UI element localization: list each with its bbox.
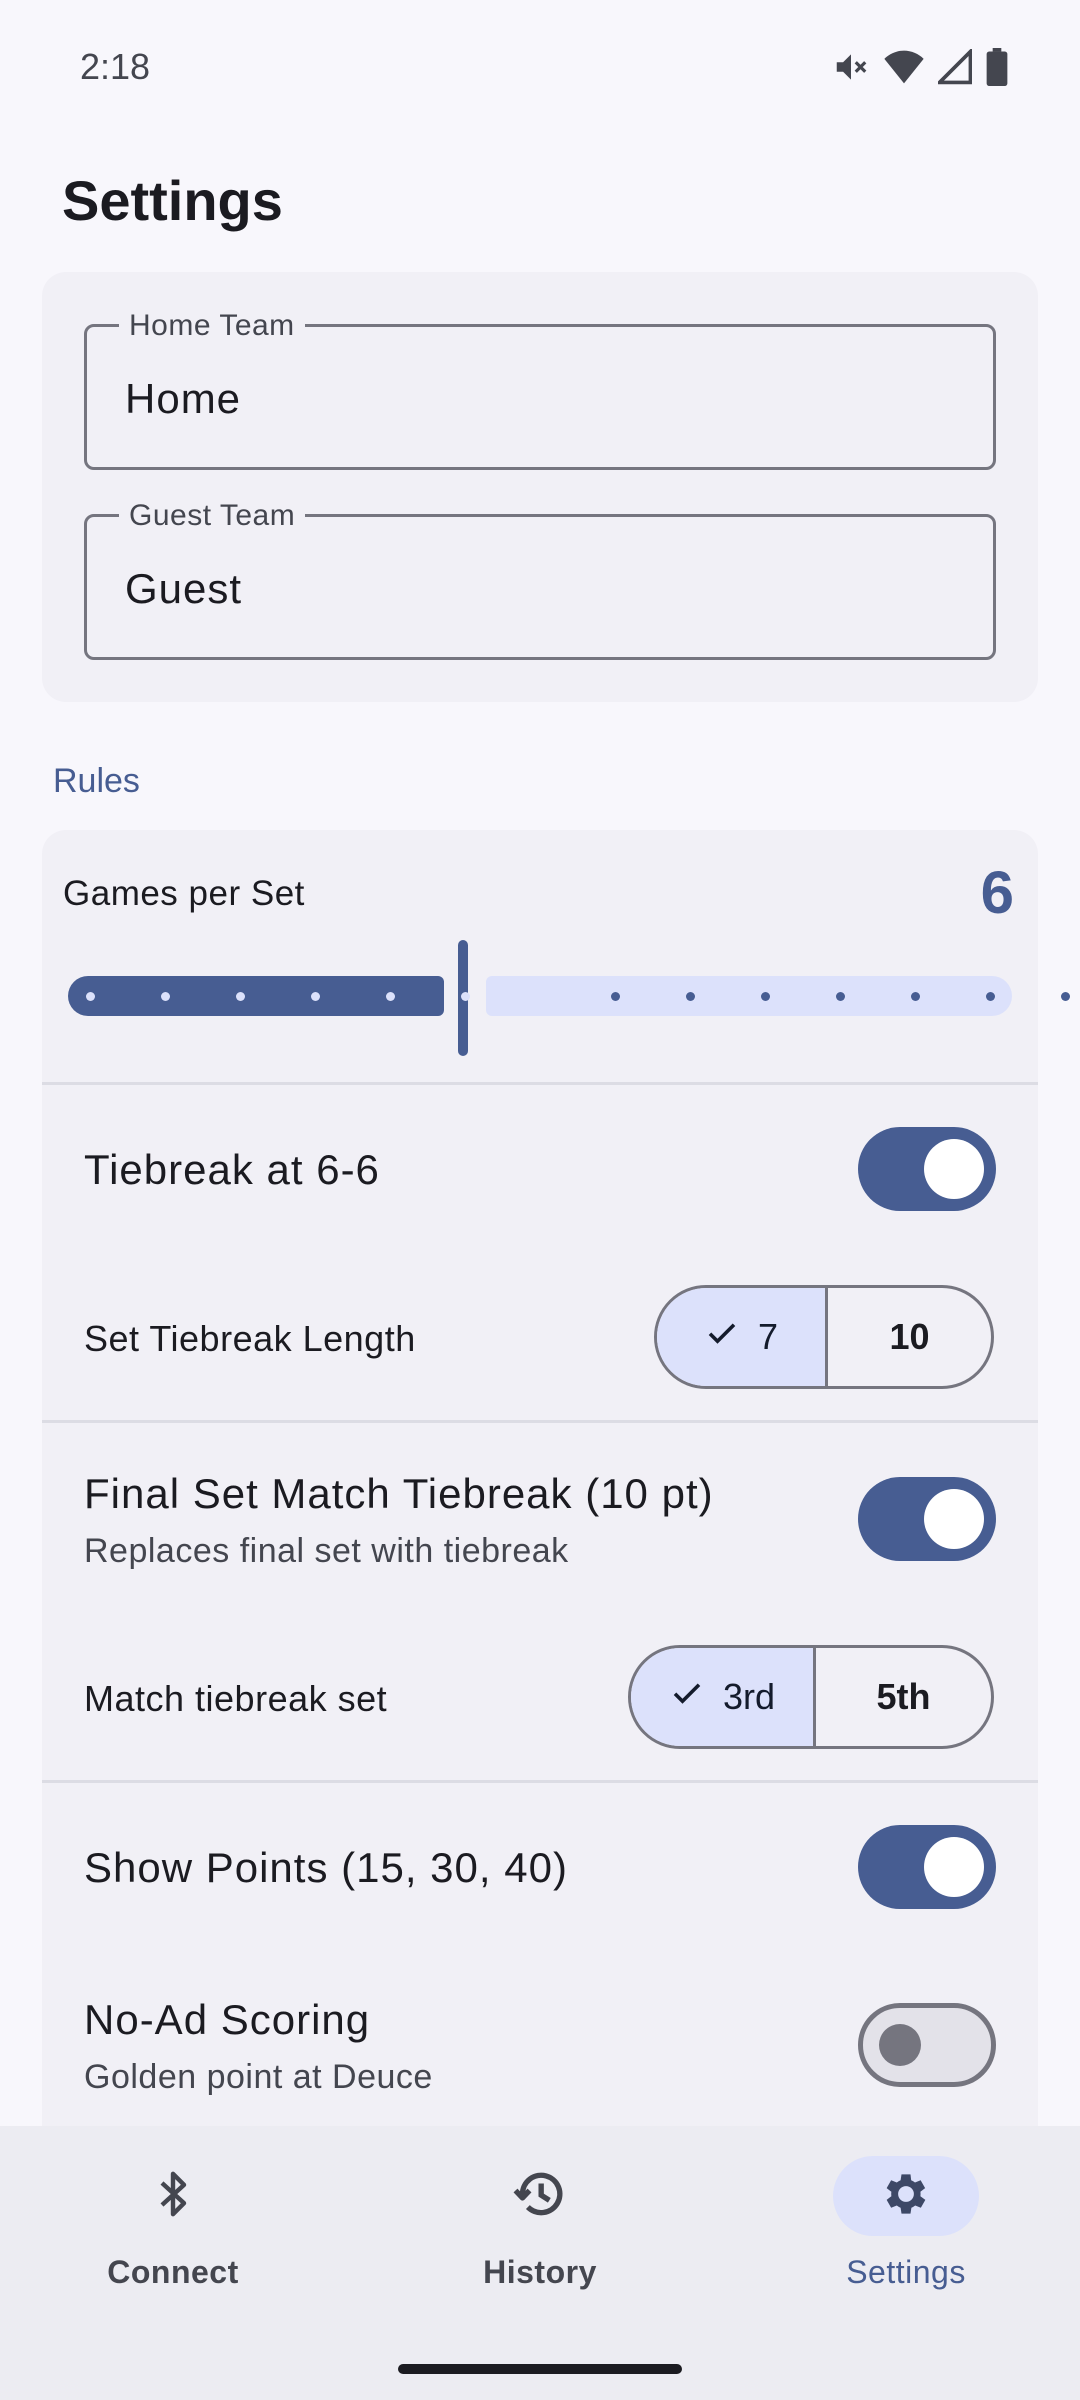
tiebreak-length-option-7[interactable]: 7 [657, 1288, 825, 1386]
no-ad-description: Golden point at Deuce [84, 2058, 433, 2096]
guest-team-field[interactable]: Guest Team [84, 499, 996, 660]
signal-icon [938, 49, 972, 85]
option-label: 10 [889, 1316, 930, 1357]
tiebreak-length-selector: 7 10 [654, 1285, 994, 1389]
wifi-icon [884, 49, 924, 85]
slider-tick [836, 992, 845, 1001]
show-points-switch[interactable] [858, 1825, 996, 1909]
status-icons [832, 48, 1008, 86]
match-tiebreak-set-selector: 3rd 5th [628, 1645, 994, 1749]
battery-icon [986, 48, 1008, 86]
nav-settings-label: Settings [846, 2254, 966, 2290]
switch-knob [924, 1489, 984, 1549]
final-set-switch[interactable] [858, 1477, 996, 1561]
divider [42, 1420, 1038, 1423]
rules-section-label: Rules [53, 762, 140, 800]
slider-tick [461, 992, 470, 1001]
nav-connect[interactable]: Connect [73, 2156, 273, 2291]
tiebreak-length-option-10[interactable]: 10 [825, 1288, 991, 1386]
slider-tick [761, 992, 770, 1001]
match-tiebreak-option-5th[interactable]: 5th [813, 1648, 991, 1746]
slider-tick [986, 992, 995, 1001]
home-team-field[interactable]: Home Team [84, 309, 996, 470]
slider-tick [161, 992, 170, 1001]
option-label: 7 [757, 1316, 779, 1357]
team-names-card: Home Team Guest Team [42, 272, 1038, 702]
tiebreak-label: Tiebreak at 6-6 [84, 1146, 380, 1193]
nav-history-label: History [483, 2254, 597, 2290]
slider-tick [86, 992, 95, 1001]
slider-tick [311, 992, 320, 1001]
slider-tick [1061, 992, 1070, 1001]
gear-icon [879, 2167, 933, 2226]
option-label: 5th [876, 1676, 931, 1717]
nav-history[interactable]: History [440, 2156, 640, 2291]
match-tiebreak-option-3rd[interactable]: 3rd [631, 1648, 813, 1746]
guest-team-label: Guest Team [119, 499, 306, 533]
final-set-description: Replaces final set with tiebreak [84, 1532, 569, 1570]
history-icon [512, 2166, 568, 2227]
games-per-set-label: Games per Set [63, 874, 305, 913]
switch-knob [924, 1837, 984, 1897]
bottom-navigation: Connect History Settings [0, 2126, 1080, 2400]
slider-tick [911, 992, 920, 1001]
slider-inactive-track [486, 976, 1012, 1016]
check-icon [669, 1675, 705, 1720]
divider [42, 1780, 1038, 1783]
nav-connect-label: Connect [107, 2254, 239, 2290]
slider-tick [386, 992, 395, 1001]
home-team-input[interactable] [125, 371, 965, 427]
tiebreak-length-label: Set Tiebreak Length [84, 1318, 416, 1359]
guest-team-input[interactable] [125, 561, 965, 617]
nav-settings[interactable]: Settings [806, 2156, 1006, 2291]
no-ad-label: No-Ad Scoring [84, 1996, 371, 2043]
no-ad-switch[interactable] [858, 2003, 996, 2087]
final-set-label: Final Set Match Tiebreak (10 pt) [84, 1470, 714, 1517]
mute-icon [832, 48, 870, 86]
switch-knob [879, 2024, 921, 2066]
nav-settings-indicator [833, 2156, 979, 2236]
games-per-set-value: 6 [980, 859, 1014, 926]
bluetooth-icon [151, 2168, 195, 2225]
slider-tick [686, 992, 695, 1001]
slider-tick [236, 992, 245, 1001]
slider-tick [611, 992, 620, 1001]
option-label: 3rd [722, 1676, 776, 1717]
status-bar: 2:18 [0, 0, 1080, 136]
check-icon [704, 1315, 740, 1360]
home-team-label: Home Team [119, 309, 305, 343]
switch-knob [924, 1139, 984, 1199]
match-tiebreak-set-label: Match tiebreak set [84, 1678, 388, 1719]
home-indicator [398, 2364, 682, 2374]
games-per-set-slider[interactable] [68, 940, 1070, 1056]
divider [42, 1082, 1038, 1085]
status-time: 2:18 [80, 46, 151, 87]
nav-history-indicator [467, 2156, 613, 2236]
page-title: Settings [62, 169, 283, 232]
nav-connect-indicator [100, 2156, 246, 2236]
show-points-label: Show Points (15, 30, 40) [84, 1844, 568, 1891]
tiebreak-switch[interactable] [858, 1127, 996, 1211]
